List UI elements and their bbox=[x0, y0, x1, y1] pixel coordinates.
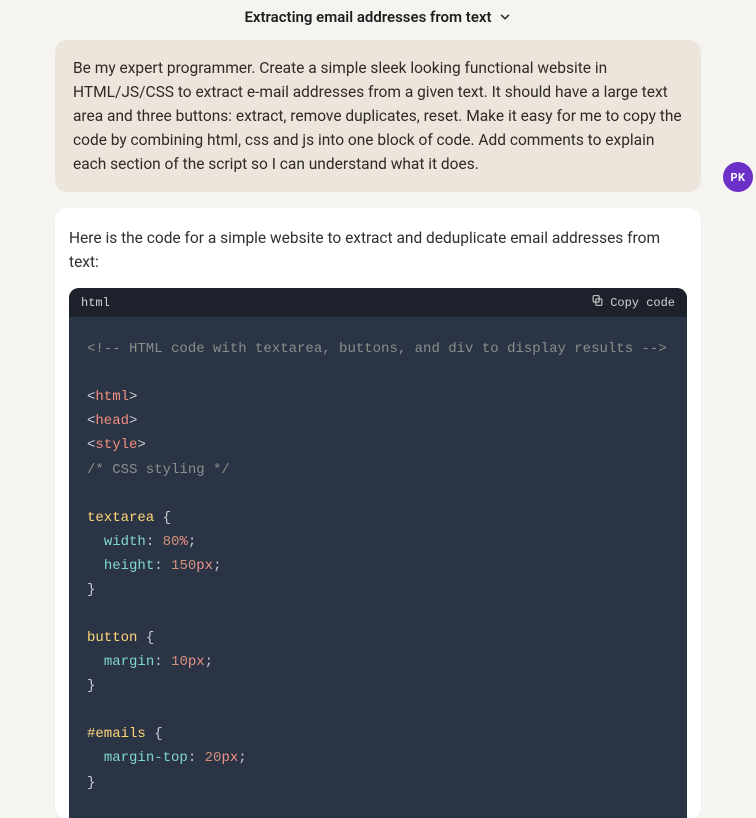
assistant-intro-text: Here is the code for a simple website to… bbox=[55, 222, 701, 288]
user-message-bubble: Be my expert programmer. Create a simple… bbox=[55, 40, 701, 192]
page-root: Extracting email addresses from text Be … bbox=[0, 0, 756, 818]
copy-code-label: Copy code bbox=[610, 296, 675, 310]
code-block-header: html Copy code bbox=[69, 288, 687, 317]
code-language-label: html bbox=[81, 296, 110, 310]
copy-code-button[interactable]: Copy code bbox=[591, 294, 675, 311]
thread: Be my expert programmer. Create a simple… bbox=[55, 40, 701, 818]
user-message-text: Be my expert programmer. Create a simple… bbox=[73, 59, 682, 173]
chevron-down-icon bbox=[498, 10, 512, 24]
code-block: html Copy code <!-- HTML code with texta… bbox=[69, 288, 687, 818]
assistant-message-card: Here is the code for a simple website to… bbox=[55, 208, 701, 818]
code-content[interactable]: <!-- HTML code with textarea, buttons, a… bbox=[69, 317, 687, 818]
clipboard-icon bbox=[591, 294, 604, 311]
conversation-title-row[interactable]: Extracting email addresses from text bbox=[0, 0, 756, 40]
user-avatar[interactable]: PK bbox=[723, 162, 753, 192]
conversation-title: Extracting email addresses from text bbox=[244, 8, 491, 26]
avatar-initials: PK bbox=[731, 169, 746, 186]
